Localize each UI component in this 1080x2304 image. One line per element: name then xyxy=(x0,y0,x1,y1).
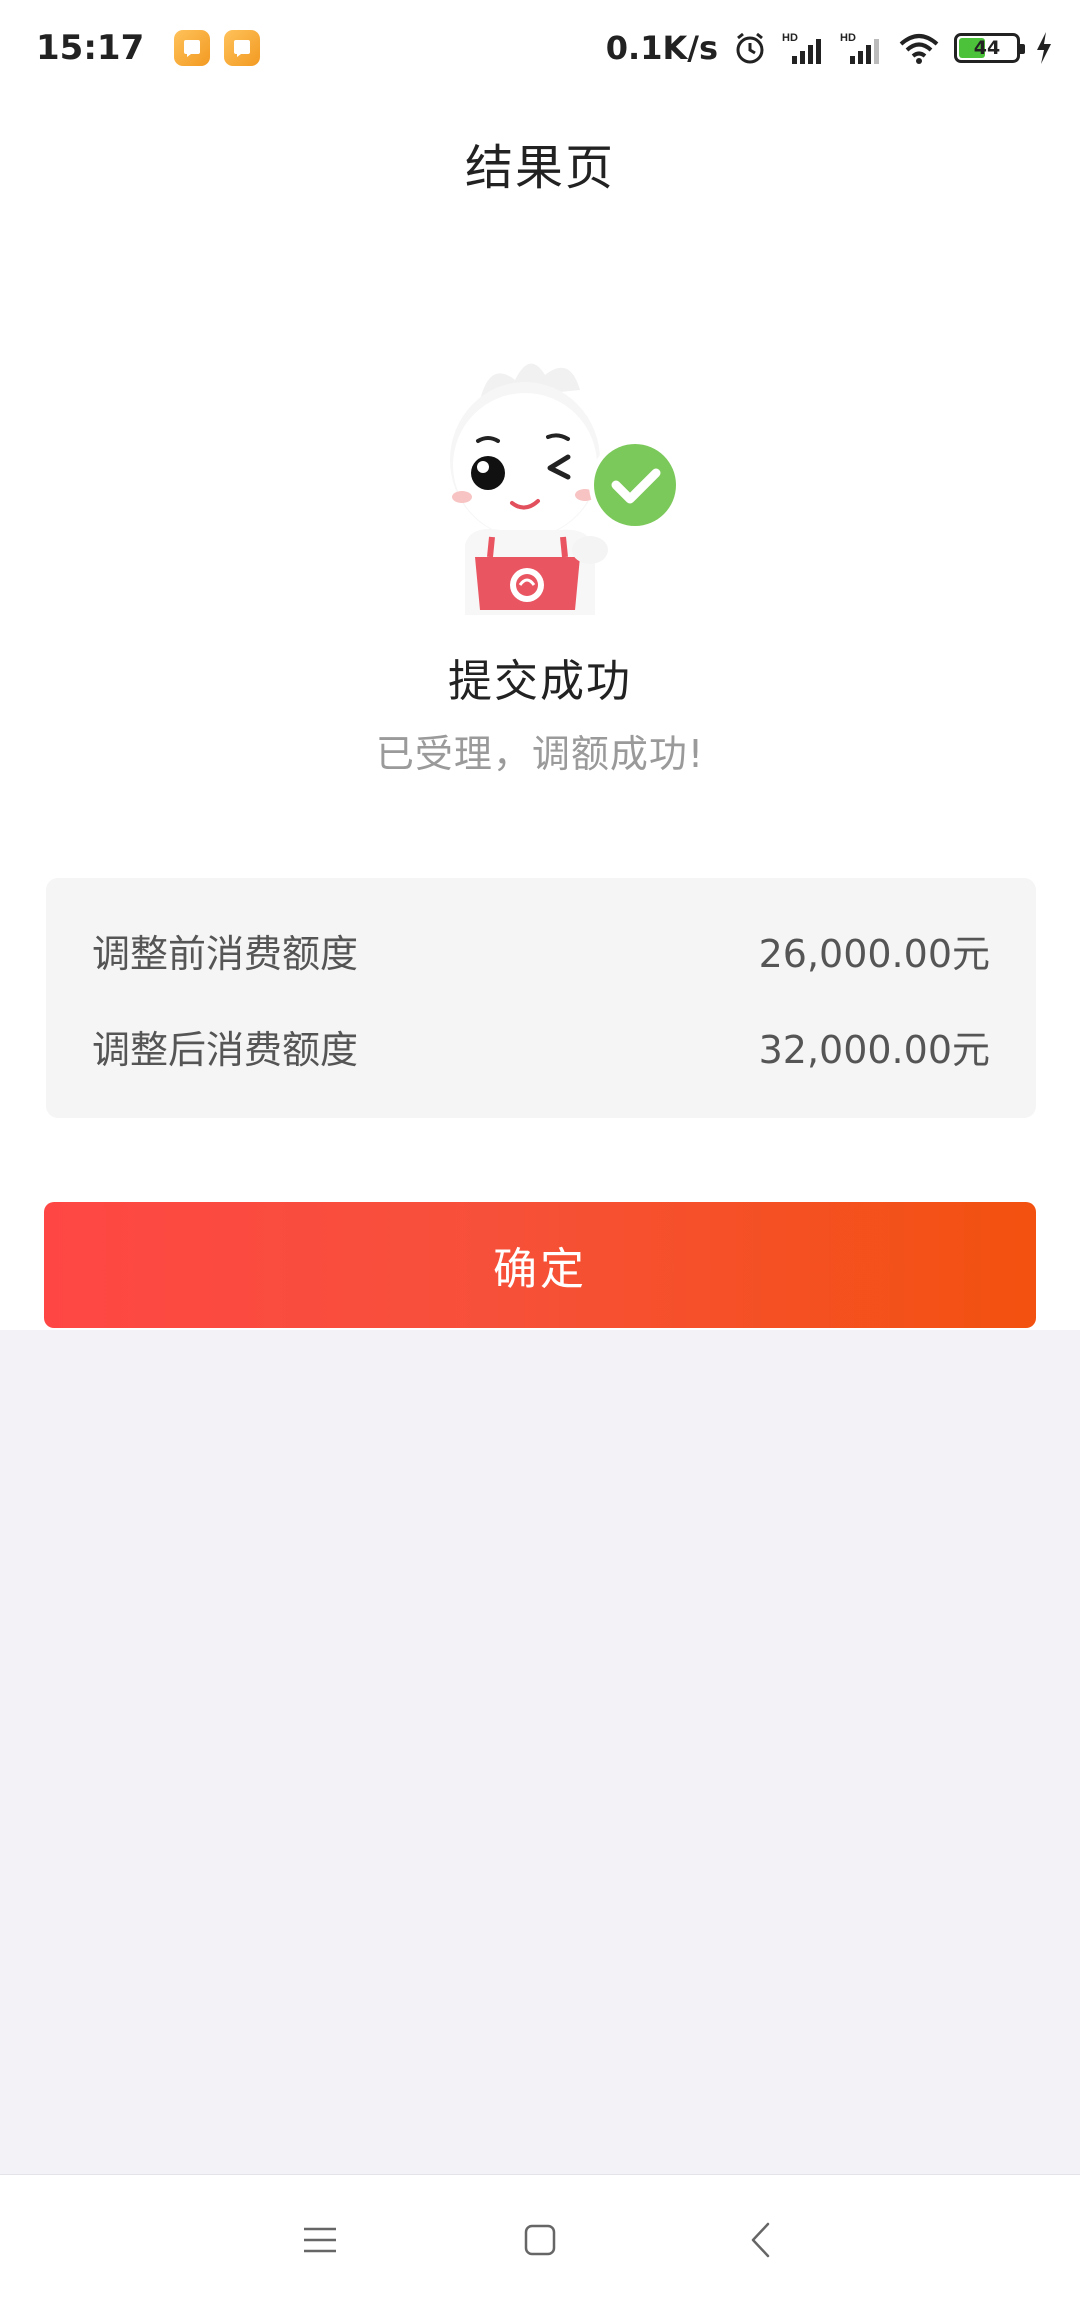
home-button[interactable] xyxy=(430,2175,650,2304)
limit-row-before: 调整前消费额度 26,000.00元 xyxy=(92,902,990,998)
svg-text:HD: HD xyxy=(782,32,798,44)
limit-label: 调整后消费额度 xyxy=(92,1027,359,1072)
battery-level: 44 xyxy=(973,37,1001,59)
svg-text:HD: HD xyxy=(840,32,856,44)
signal-hd-icon: HD xyxy=(782,30,826,66)
wifi-icon xyxy=(898,30,940,66)
home-icon xyxy=(524,2224,556,2255)
limit-label: 调整前消费额度 xyxy=(92,931,359,976)
network-speed: 0.1K/s xyxy=(605,29,718,67)
mascot-illustration xyxy=(420,345,690,615)
check-circle-icon xyxy=(589,439,681,531)
system-nav-bar xyxy=(0,2174,1080,2304)
limit-value: 26,000.00元 xyxy=(758,931,990,976)
charging-icon xyxy=(1034,30,1054,66)
back-button[interactable] xyxy=(650,2175,870,2304)
signal-hd-icon: HD xyxy=(840,30,884,66)
menu-icon xyxy=(304,2227,336,2252)
result-title: 提交成功 xyxy=(448,656,632,707)
limit-summary-card: 调整前消费额度 26,000.00元 调整后消费额度 32,000.00元 xyxy=(46,878,1036,1118)
status-time: 15:17 xyxy=(36,28,145,68)
alarm-icon xyxy=(732,30,768,66)
confirm-button[interactable]: 确定 xyxy=(44,1202,1036,1328)
status-bar: 15:17 0.1K/s HD HD 44 xyxy=(0,0,1080,96)
limit-value: 32,000.00元 xyxy=(758,1027,990,1072)
result-subtitle: 已受理，调额成功! xyxy=(375,732,705,776)
notification-icon xyxy=(224,30,261,66)
battery-icon: 44 xyxy=(954,33,1025,63)
limit-row-after: 调整后消费额度 32,000.00元 xyxy=(92,998,990,1094)
notification-icon xyxy=(174,30,211,66)
menu-button[interactable] xyxy=(210,2175,430,2304)
back-icon xyxy=(751,2222,770,2257)
page-title: 结果页 xyxy=(464,140,615,196)
